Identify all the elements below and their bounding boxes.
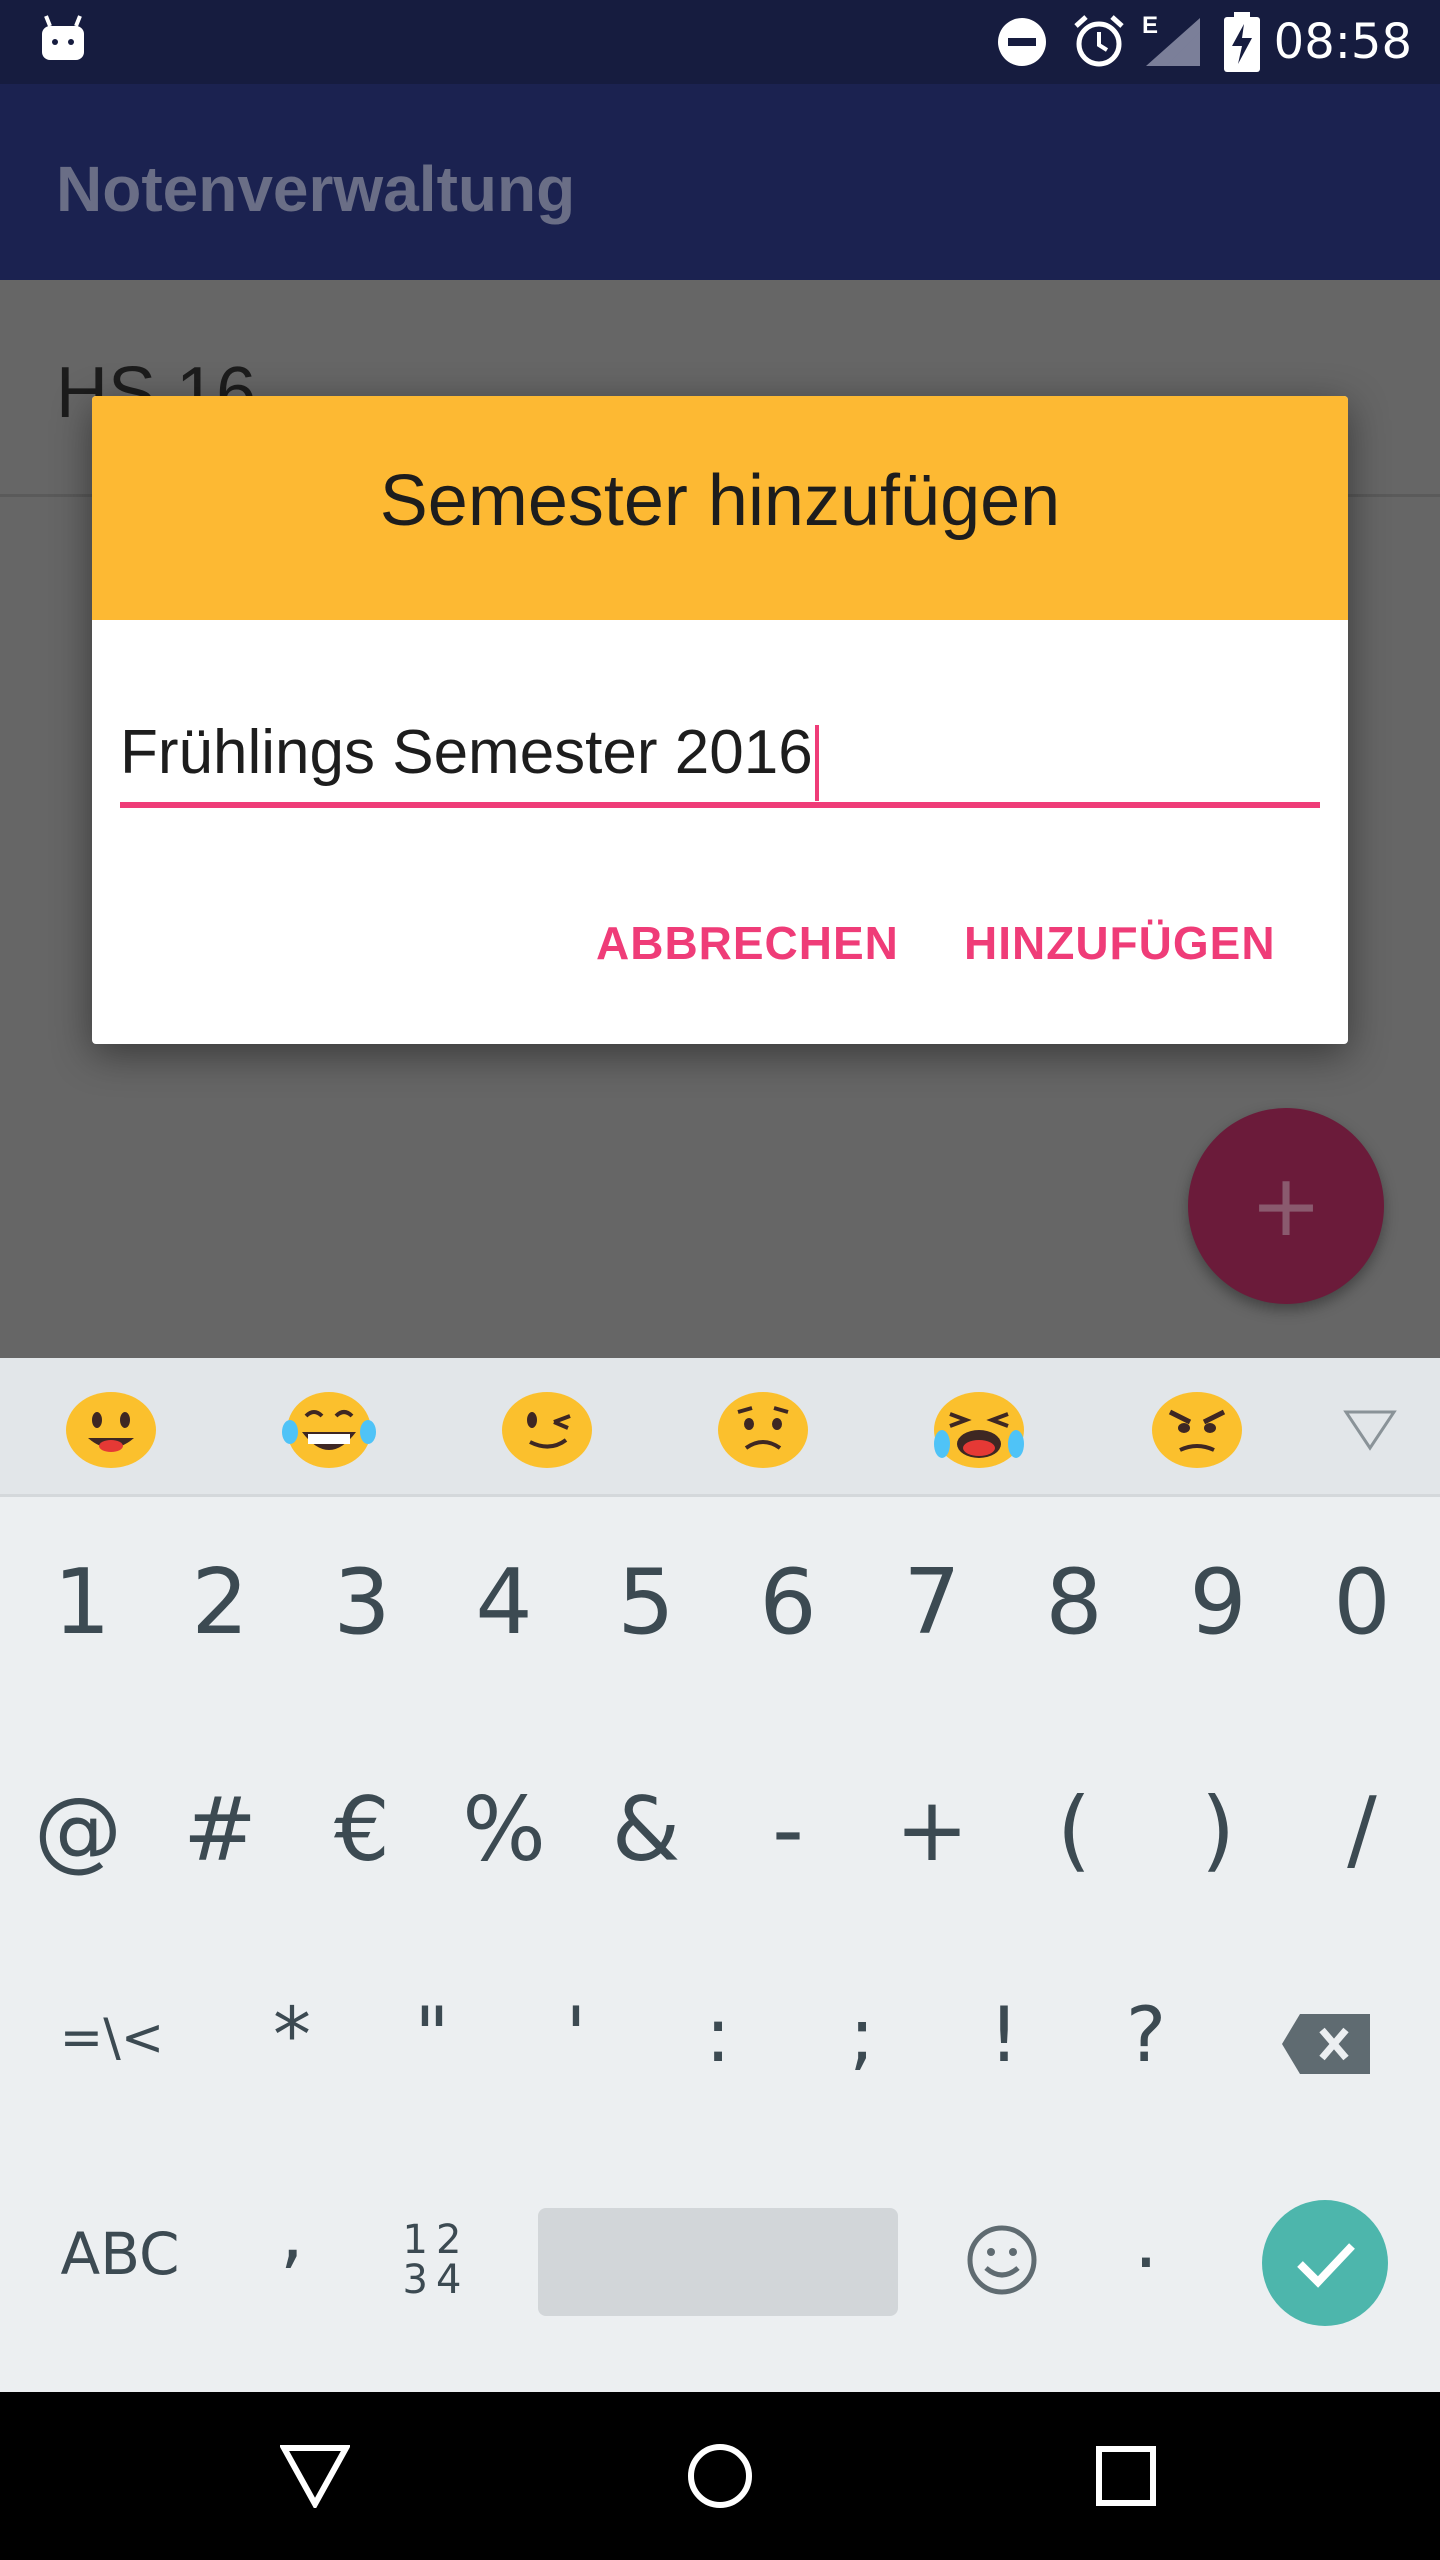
key-4[interactable]: 4 bbox=[434, 1550, 574, 1655]
navigation-bar bbox=[0, 2392, 1440, 2560]
clock: 08:58 bbox=[1273, 14, 1412, 70]
enter-button[interactable] bbox=[1262, 2200, 1388, 2326]
wink-icon[interactable] bbox=[500, 1386, 594, 1470]
emoji-key-icon[interactable] bbox=[966, 2224, 1038, 2296]
key-close-paren[interactable]: ) bbox=[1148, 1778, 1288, 1881]
input-underline bbox=[120, 802, 1320, 808]
app-bar: Notenverwaltung bbox=[0, 84, 1440, 280]
do-not-disturb-icon bbox=[998, 18, 1046, 66]
key-exclamation[interactable]: ! bbox=[934, 1990, 1074, 2079]
key-at[interactable]: @ bbox=[8, 1778, 148, 1881]
keyboard: 1 2 3 4 5 6 7 8 9 0 @ # € % & - + ( ) / … bbox=[0, 1358, 1440, 2392]
key-double-quote[interactable]: " bbox=[362, 1990, 502, 2079]
key-semicolon[interactable]: ; bbox=[792, 1990, 932, 2079]
checkmark-icon bbox=[1297, 2243, 1355, 2288]
add-semester-dialog: Semester hinzufügen Frühlings Semester 2… bbox=[92, 396, 1348, 1044]
space-bar[interactable] bbox=[538, 2208, 898, 2316]
android-notification-icon bbox=[42, 15, 84, 60]
status-bar: E 08:58 bbox=[0, 0, 1440, 84]
dialog-header: Semester hinzufügen bbox=[92, 396, 1348, 620]
plus-icon: + bbox=[1249, 1156, 1323, 1256]
key-9[interactable]: 9 bbox=[1148, 1550, 1288, 1655]
key-ampersand[interactable]: & bbox=[576, 1778, 716, 1881]
key-minus[interactable]: - bbox=[718, 1778, 858, 1881]
key-single-quote[interactable]: ' bbox=[506, 1990, 646, 2079]
backspace-icon[interactable] bbox=[1282, 2014, 1370, 2074]
key-3[interactable]: 3 bbox=[292, 1550, 432, 1655]
tears-of-joy-icon[interactable] bbox=[282, 1386, 376, 1470]
app-title: Notenverwaltung bbox=[56, 153, 576, 225]
recents-icon[interactable] bbox=[1096, 2446, 1156, 2506]
key-6[interactable]: 6 bbox=[718, 1550, 858, 1655]
key-1[interactable]: 1 bbox=[12, 1550, 152, 1655]
key-asterisk[interactable]: * bbox=[222, 1990, 362, 2079]
key-period[interactable]: . bbox=[1076, 2196, 1216, 2285]
home-icon[interactable] bbox=[686, 2442, 754, 2510]
frown-icon[interactable] bbox=[716, 1386, 810, 1470]
emoji-suggestion-bar bbox=[0, 1358, 1440, 1497]
key-comma[interactable]: , bbox=[222, 2188, 362, 2277]
key-more-symbols[interactable]: =\< bbox=[42, 2008, 182, 2068]
key-percent[interactable]: % bbox=[434, 1778, 574, 1881]
semester-name-value: Frühlings Semester 2016 bbox=[120, 718, 813, 787]
key-numpad[interactable]: 12 34 bbox=[366, 2220, 506, 2300]
key-2[interactable]: 2 bbox=[150, 1550, 290, 1655]
semester-name-input[interactable]: Frühlings Semester 2016 bbox=[120, 708, 1320, 808]
collapse-emoji-bar-icon[interactable] bbox=[1342, 1408, 1398, 1452]
smiley-icon[interactable] bbox=[64, 1386, 158, 1470]
key-slash[interactable]: / bbox=[1292, 1778, 1432, 1881]
key-7[interactable]: 7 bbox=[862, 1550, 1002, 1655]
alarm-icon bbox=[1074, 15, 1124, 67]
cancel-button[interactable]: ABBRECHEN bbox=[596, 916, 899, 970]
key-hash[interactable]: # bbox=[150, 1778, 290, 1881]
key-5[interactable]: 5 bbox=[576, 1550, 716, 1655]
key-8[interactable]: 8 bbox=[1004, 1550, 1144, 1655]
add-button[interactable]: HINZUFÜGEN bbox=[964, 916, 1276, 970]
dialog-title: Semester hinzufügen bbox=[379, 461, 1061, 541]
key-abc[interactable]: ABC bbox=[20, 2220, 220, 2288]
signal-icon bbox=[1146, 18, 1200, 66]
numpad-label-top: 12 bbox=[402, 2217, 470, 2263]
numpad-label-bottom: 34 bbox=[402, 2257, 470, 2303]
key-colon[interactable]: : bbox=[648, 1990, 788, 2079]
key-open-paren[interactable]: ( bbox=[1004, 1778, 1144, 1881]
crying-icon[interactable] bbox=[932, 1386, 1026, 1470]
back-icon[interactable] bbox=[280, 2444, 350, 2508]
add-semester-fab[interactable]: + bbox=[1188, 1108, 1384, 1304]
key-euro[interactable]: € bbox=[292, 1778, 432, 1881]
battery-charging-icon bbox=[1224, 12, 1260, 72]
text-cursor bbox=[814, 724, 819, 801]
key-plus[interactable]: + bbox=[862, 1778, 1002, 1881]
key-0[interactable]: 0 bbox=[1292, 1550, 1432, 1655]
angry-icon[interactable] bbox=[1150, 1386, 1244, 1470]
key-question[interactable]: ? bbox=[1076, 1990, 1216, 2079]
